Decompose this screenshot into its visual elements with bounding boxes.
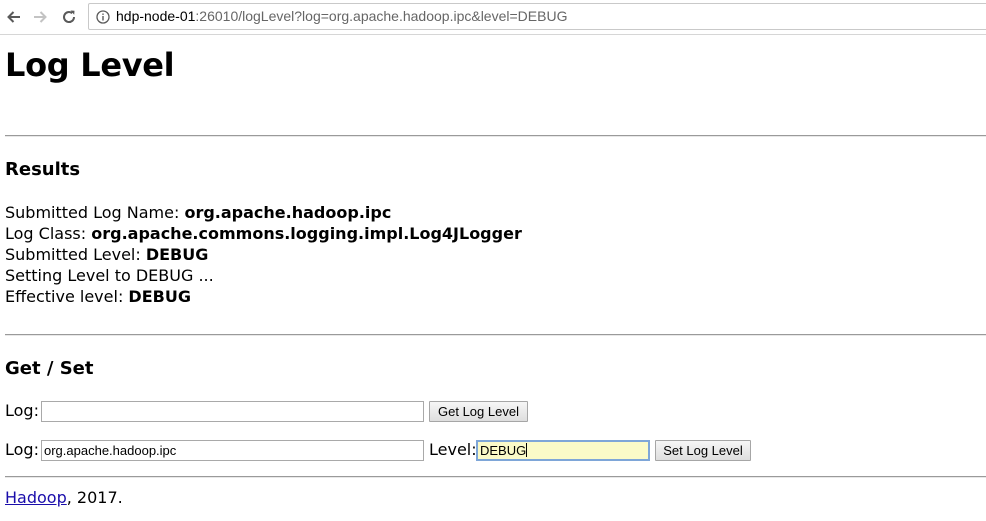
level-input[interactable]: DEBUG — [476, 440, 650, 461]
get-log-label: Log: — [5, 401, 39, 420]
effective-level-line: Effective level: DEBUG — [5, 286, 191, 307]
submitted-level-label: Submitted Level: — [5, 245, 146, 264]
divider — [5, 135, 986, 137]
log-class-line: Log Class: org.apache.commons.logging.im… — [5, 223, 522, 244]
footer-year: , 2017. — [66, 488, 123, 507]
text-caret — [526, 443, 528, 457]
submitted-log-name-line: Submitted Log Name: org.apache.hadoop.ip… — [5, 202, 391, 223]
info-icon[interactable] — [96, 10, 110, 24]
browser-toolbar: hdp-node-01:26010/logLevel?log=org.apach… — [0, 0, 986, 35]
divider — [5, 476, 986, 478]
setting-level-line: Setting Level to DEBUG ... — [5, 266, 214, 285]
submitted-level-line: Submitted Level: DEBUG — [5, 244, 208, 265]
arrow-left-icon[interactable] — [3, 6, 25, 28]
url-host: hdp-node-01 — [116, 8, 196, 24]
url-path: :26010/logLevel?log=org.apache.hadoop.ip… — [195, 8, 568, 24]
effective-level-label: Effective level: — [5, 287, 129, 306]
log-class-value: org.apache.commons.logging.impl.Log4JLog… — [91, 224, 522, 243]
effective-level-value: DEBUG — [128, 287, 191, 306]
divider — [5, 334, 986, 336]
submitted-log-name-value: org.apache.hadoop.ipc — [184, 203, 392, 222]
set-log-label: Log: — [5, 440, 39, 459]
submitted-log-name-label: Submitted Log Name: — [5, 203, 185, 222]
get-set-heading: Get / Set — [5, 358, 94, 379]
footer: Hadoop, 2017. — [5, 488, 123, 508]
level-label: Level: — [429, 440, 477, 459]
url-text: hdp-node-01:26010/logLevel?log=org.apach… — [116, 8, 567, 24]
hadoop-link[interactable]: Hadoop — [5, 488, 67, 507]
address-bar[interactable]: hdp-node-01:26010/logLevel?log=org.apach… — [88, 3, 986, 30]
reload-icon[interactable] — [58, 6, 80, 28]
set-log-level-button[interactable]: Set Log Level — [655, 440, 751, 461]
get-log-input[interactable] — [41, 401, 424, 422]
level-input-value: DEBUG — [480, 443, 527, 458]
set-log-input[interactable]: org.apache.hadoop.ipc — [41, 440, 424, 461]
page-title: Log Level — [5, 46, 175, 84]
results-heading: Results — [5, 159, 81, 180]
log-class-label: Log Class: — [5, 224, 92, 243]
arrow-right-icon[interactable] — [29, 6, 51, 28]
get-log-level-button[interactable]: Get Log Level — [429, 401, 528, 422]
submitted-level-value: DEBUG — [145, 245, 209, 264]
